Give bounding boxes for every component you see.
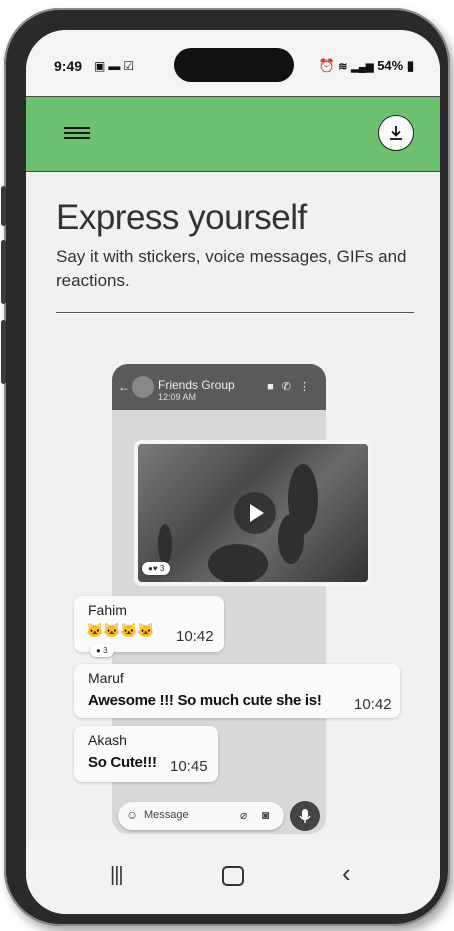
group-name: Friends Group — [158, 378, 235, 392]
message-text: Awesome !!! So much cute she is! — [88, 692, 322, 709]
recent-apps-icon[interactable]: ||| — [110, 864, 124, 887]
sticker-message: 🐱🐱🐱🐱 — [86, 622, 155, 638]
message-time: 10:42 — [354, 696, 392, 713]
cat-shape — [208, 544, 268, 582]
notification-icons: ▣▬☑ — [94, 59, 137, 73]
sender-name: Maruf — [88, 670, 124, 686]
wifi-icon: ≋ — [338, 61, 348, 73]
hamburger-icon[interactable] — [64, 127, 90, 141]
app-bar — [26, 96, 440, 172]
sender-name: Akash — [88, 732, 127, 748]
page-title: Express yourself — [56, 198, 307, 237]
video-call-icon: ■ — [267, 381, 282, 393]
message-bubble: Akash So Cute!!! 10:45 — [74, 726, 218, 782]
group-time: 12:09 AM — [158, 392, 197, 402]
camera-icon[interactable]: ◙ — [262, 808, 269, 822]
phone-frame: 9:49 ▣▬☑ ⏰ ≋ ▂▄▆ 54% ▮ Express yourself … — [1, 8, 450, 926]
download-button[interactable] — [378, 115, 414, 151]
chat-icon: ▬ — [108, 59, 124, 73]
mic-icon — [299, 809, 311, 823]
message-reactions: ● 3 — [90, 644, 114, 657]
message-input[interactable]: ☺ Message ⌀ ◙ — [118, 802, 284, 830]
header-actions: ■✆⋮ — [267, 380, 318, 393]
camera-cutout — [174, 48, 294, 82]
message-time: 10:45 — [170, 758, 208, 775]
status-bar: 9:49 ▣▬☑ ⏰ ≋ ▂▄▆ 54% ▮ — [26, 30, 440, 96]
back-icon[interactable]: ‹ — [342, 858, 351, 889]
page-subtitle: Say it with stickers, voice messages, GI… — [56, 247, 407, 290]
play-button[interactable] — [234, 492, 276, 534]
status-right: ⏰ ≋ ▂▄▆ 54% ▮ — [318, 58, 414, 74]
message-bubble: Maruf Awesome !!! So much cute she is! 1… — [74, 664, 400, 718]
screen: 9:49 ▣▬☑ ⏰ ≋ ▂▄▆ 54% ▮ Express yourself … — [26, 30, 440, 914]
group-avatar — [132, 376, 154, 398]
sender-name: Fahim — [88, 602, 127, 618]
emoji-icon[interactable]: ☺ — [126, 808, 138, 822]
divider — [56, 312, 414, 313]
navigation-bar: ||| ‹ — [26, 844, 440, 914]
reaction-icons: ● — [96, 646, 101, 655]
message-time: 10:42 — [176, 628, 214, 645]
signal-icon: ▂▄▆ — [351, 62, 374, 73]
chat-header: ← Friends Group 12:09 AM ■✆⋮ — [112, 364, 326, 410]
message-reaction-count: 3 — [103, 646, 108, 655]
image-icon: ▣ — [94, 59, 109, 73]
status-time: 9:49 — [54, 58, 83, 74]
back-arrow-icon: ← — [118, 380, 130, 394]
side-button — [1, 186, 6, 226]
video-reactions: ●♥ 3 — [142, 562, 171, 575]
phone-icon: ✆ — [281, 381, 299, 393]
video-reaction-count: 3 — [159, 564, 165, 573]
alarm-icon: ⏰ — [318, 58, 335, 73]
video-message[interactable] — [134, 440, 372, 586]
more-icon: ⋮ — [299, 381, 318, 393]
cat-shape — [158, 524, 172, 564]
download-icon — [390, 126, 402, 140]
message-text: So Cute!!! — [88, 754, 157, 771]
battery-label: 54% — [377, 58, 404, 73]
battery-icon: ▮ — [406, 58, 414, 73]
cat-shape — [278, 514, 304, 564]
attach-icon[interactable]: ⌀ — [240, 808, 247, 822]
reaction-icons: ●♥ — [148, 564, 158, 573]
check-box-icon: ☑ — [123, 59, 138, 73]
side-button — [1, 320, 6, 384]
side-button — [1, 240, 6, 304]
message-placeholder: Message — [144, 809, 189, 821]
home-icon[interactable] — [222, 866, 244, 886]
mic-button[interactable] — [290, 801, 320, 831]
